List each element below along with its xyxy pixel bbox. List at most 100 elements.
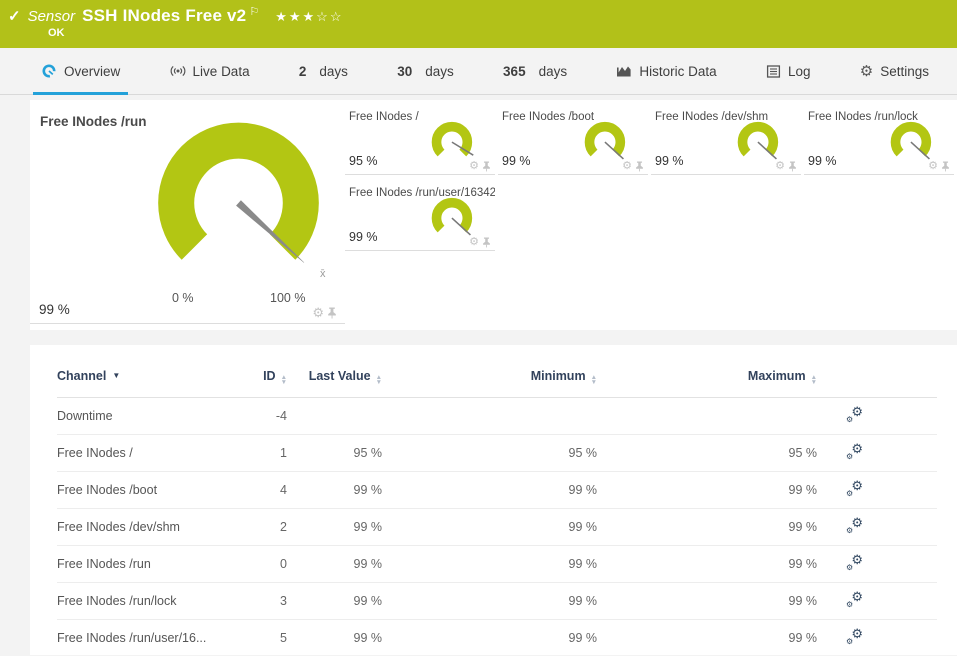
maximum-cell: 99 % bbox=[597, 546, 817, 583]
column-header-spacer bbox=[892, 353, 937, 398]
last-value-cell bbox=[287, 398, 382, 435]
gauge-value: 99 % bbox=[349, 230, 378, 244]
mini-gauge-grid: Free INodes / 95 % ⚙ Free INodes /boot 9… bbox=[345, 100, 957, 330]
channels-table-card: Channel ▼ ID▲▼ Last Value▲▼ Minimum ▲▼ Max… bbox=[30, 345, 957, 655]
gear-icon[interactable]: ⚙ bbox=[469, 160, 479, 172]
id-cell: 1 bbox=[232, 435, 287, 472]
tab-label: days bbox=[425, 64, 454, 79]
tab-live-data[interactable]: Live Data bbox=[166, 48, 254, 94]
table-row: Free INodes /run/user/16... 5 99 % 99 % … bbox=[57, 620, 937, 656]
spacer-cell bbox=[892, 509, 937, 546]
sorted-desc-icon: ▼ bbox=[112, 371, 120, 380]
last-value-cell: 95 % bbox=[287, 435, 382, 472]
minimum-cell: 95 % bbox=[382, 435, 597, 472]
table-row: Free INodes /run 0 99 % 99 % 99 % ⚙⚙ bbox=[57, 546, 937, 583]
channel-name-cell: Free INodes /run/user/16... bbox=[57, 620, 232, 656]
column-header-last-value[interactable]: Last Value▲▼ bbox=[287, 353, 382, 398]
tab-log[interactable]: Log bbox=[762, 48, 815, 94]
gear-icon[interactable]: ⚙ bbox=[622, 160, 632, 172]
tab-label: days bbox=[539, 64, 568, 79]
gauge-value: 99 % bbox=[39, 302, 70, 317]
minimum-cell: 99 % bbox=[382, 583, 597, 620]
tab-settings[interactable]: ⚙ Settings bbox=[856, 48, 933, 94]
column-header-id[interactable]: ID▲▼ bbox=[232, 353, 287, 398]
tab-historic-data[interactable]: Historic Data bbox=[612, 48, 720, 94]
maximum-cell: 99 % bbox=[597, 583, 817, 620]
table-row: Downtime -4 ⚙⚙ bbox=[57, 398, 937, 435]
channel-settings-icon[interactable]: ⚙⚙ bbox=[846, 407, 863, 422]
sort-icon: ▲▼ bbox=[591, 375, 597, 385]
channel-name-cell: Downtime bbox=[57, 398, 232, 435]
last-value-cell: 99 % bbox=[287, 620, 382, 656]
tab-2-days[interactable]: 2days bbox=[295, 48, 352, 94]
gear-icon[interactable]: ⚙ bbox=[469, 236, 479, 248]
id-cell: 5 bbox=[232, 620, 287, 656]
last-value-cell: 99 % bbox=[287, 472, 382, 509]
table-row: Free INodes / 1 95 % 95 % 95 % ⚙⚙ bbox=[57, 435, 937, 472]
pin-icon[interactable] bbox=[482, 161, 491, 172]
maximum-cell bbox=[597, 398, 817, 435]
sort-icon: ▲▼ bbox=[811, 375, 817, 385]
minimum-cell: 99 % bbox=[382, 620, 597, 656]
gauge-value: 95 % bbox=[349, 154, 378, 168]
maximum-cell: 99 % bbox=[597, 620, 817, 656]
column-label: Maximum bbox=[748, 369, 806, 383]
channel-name-cell: Free INodes /boot bbox=[57, 472, 232, 509]
tab-bar: Overview Live Data 2days 30days 365days … bbox=[0, 48, 957, 95]
tab-label: Overview bbox=[64, 64, 120, 79]
pin-icon[interactable] bbox=[635, 161, 644, 172]
channel-name-cell: Free INodes /run bbox=[57, 546, 232, 583]
pin-icon[interactable] bbox=[327, 307, 337, 319]
flag-icon[interactable]: ⚐ bbox=[249, 5, 259, 18]
tab-30-days[interactable]: 30days bbox=[393, 48, 458, 94]
table-row: Free INodes /boot 4 99 % 99 % 99 % ⚙⚙ bbox=[57, 472, 937, 509]
channel-settings-icon[interactable]: ⚙⚙ bbox=[846, 555, 863, 570]
id-cell: 4 bbox=[232, 472, 287, 509]
pin-icon[interactable] bbox=[941, 161, 950, 172]
gear-icon[interactable]: ⚙ bbox=[312, 307, 324, 319]
mini-gauge-panel: Free INodes /run/user/16342... 99 % ⚙ bbox=[345, 184, 495, 251]
channels-table-body: Downtime -4 ⚙⚙ Free INodes / 1 95 % 95 %… bbox=[57, 398, 937, 656]
tab-label: Live Data bbox=[193, 64, 250, 79]
channel-settings-icon[interactable]: ⚙⚙ bbox=[846, 444, 863, 459]
status-badge: OK bbox=[48, 27, 65, 39]
table-row: Free INodes /dev/shm 2 99 % 99 % 99 % ⚙⚙ bbox=[57, 509, 937, 546]
column-label: Minimum bbox=[531, 369, 586, 383]
gear-icon[interactable]: ⚙ bbox=[775, 160, 785, 172]
channels-table: Channel ▼ ID▲▼ Last Value▲▼ Minimum ▲▼ Max… bbox=[57, 353, 937, 656]
channel-settings-icon[interactable]: ⚙⚙ bbox=[846, 629, 863, 644]
channel-name-cell: Free INodes / bbox=[57, 435, 232, 472]
sort-icon: ▲▼ bbox=[376, 375, 382, 385]
spacer-cell bbox=[892, 435, 937, 472]
tab-label: Historic Data bbox=[639, 64, 716, 79]
tab-365-days[interactable]: 365days bbox=[499, 48, 571, 94]
mini-gauge-panel: Free INodes /dev/shm 99 % ⚙ bbox=[651, 108, 801, 175]
column-label: Channel bbox=[57, 369, 106, 383]
channel-settings-icon[interactable]: ⚙⚙ bbox=[846, 481, 863, 496]
gear-icon[interactable]: ⚙ bbox=[928, 160, 938, 172]
gauge-value: 99 % bbox=[655, 154, 684, 168]
status-check-icon: ✓ bbox=[8, 7, 21, 25]
sensor-title: SSH INodes Free v2 bbox=[82, 6, 246, 26]
column-header-channel[interactable]: Channel ▼ bbox=[57, 353, 232, 398]
column-header-maximum[interactable]: Maximum ▲▼ bbox=[597, 353, 817, 398]
column-header-minimum[interactable]: Minimum ▲▼ bbox=[382, 353, 597, 398]
tab-label: Settings bbox=[880, 64, 929, 79]
pin-icon[interactable] bbox=[482, 237, 491, 248]
channel-settings-icon[interactable]: ⚙⚙ bbox=[846, 518, 863, 533]
mini-gauge-panel: Free INodes /boot 99 % ⚙ bbox=[498, 108, 648, 175]
gauge-value: 99 % bbox=[808, 154, 837, 168]
maximum-cell: 99 % bbox=[597, 472, 817, 509]
pin-icon[interactable] bbox=[788, 161, 797, 172]
maximum-cell: 99 % bbox=[597, 509, 817, 546]
channel-settings-icon[interactable]: ⚙⚙ bbox=[846, 592, 863, 607]
gauge-icon bbox=[41, 63, 57, 79]
priority-stars[interactable]: ★★★☆☆ bbox=[275, 9, 343, 25]
tab-overview[interactable]: Overview bbox=[37, 48, 124, 94]
gauge-scale-max: 100 % bbox=[270, 291, 305, 305]
spacer-cell bbox=[892, 620, 937, 656]
historic-chart-icon bbox=[616, 63, 632, 79]
log-icon bbox=[766, 64, 781, 79]
id-cell: 2 bbox=[232, 509, 287, 546]
main-gauge bbox=[146, 118, 331, 286]
